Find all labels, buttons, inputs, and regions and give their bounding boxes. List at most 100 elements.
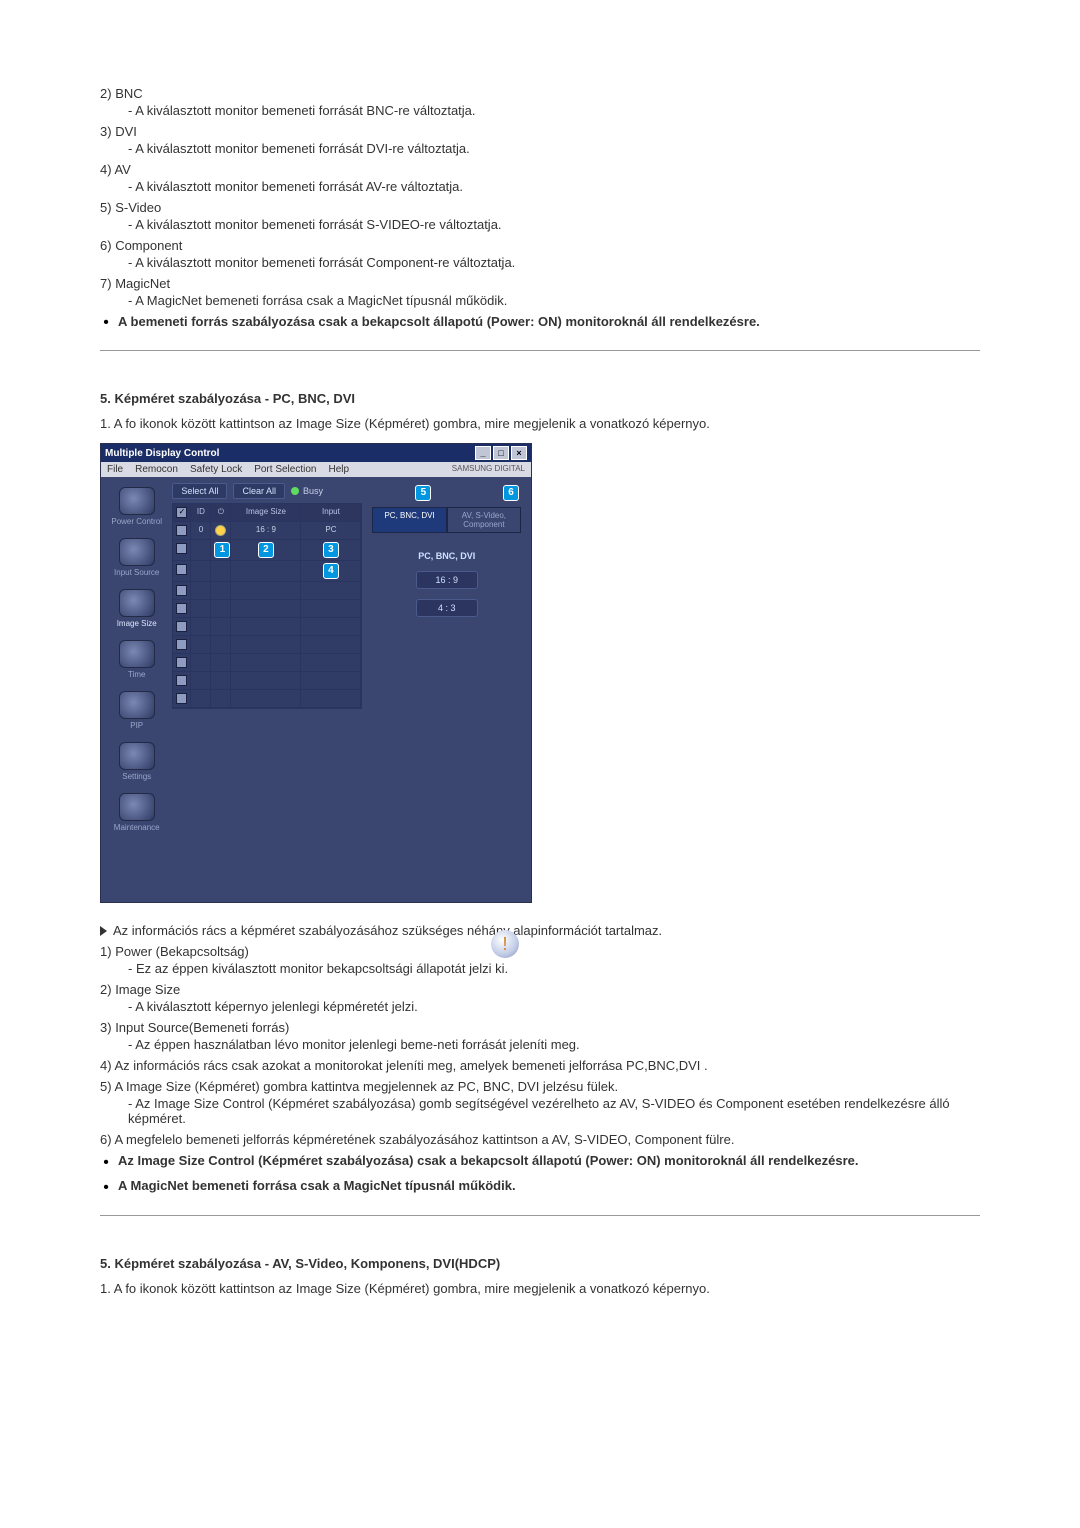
list-item: 3) Input Source(Bemeneti forrás) [100, 1020, 980, 1035]
header-checkbox[interactable]: ✓ [176, 507, 187, 518]
item-number: 1) [100, 944, 112, 959]
close-icon[interactable]: × [511, 446, 527, 460]
sidebar-item-time[interactable]: Time [107, 636, 166, 683]
sidebar-item-pip[interactable]: PIP [107, 687, 166, 734]
sidebar-label: PIP [130, 721, 143, 730]
list-item: 3) DVI [100, 124, 980, 139]
top-list: 2) BNC - A kiválasztott monitor bemeneti… [100, 86, 980, 308]
app-body: Power Control Input Source Image Size Ti… [101, 477, 531, 842]
callout-3: 3 [323, 542, 339, 558]
busy-label: Busy [303, 486, 323, 496]
intro-number: 1. [100, 416, 111, 431]
sidebar-label: Input Source [114, 568, 159, 577]
busy-dot-icon [291, 487, 299, 495]
grid-row [173, 618, 361, 636]
tabs: PC, BNC, DVI AV, S-Video, Component [372, 507, 521, 533]
right-pane: 5 6 PC, BNC, DVI AV, S-Video, Component … [368, 483, 525, 836]
section-intro: 1. A fo ikonok között kattintson az Imag… [100, 416, 980, 431]
col-id: ID [191, 504, 211, 522]
window-title: Multiple Display Control [105, 448, 219, 459]
callout-5: 5 [415, 485, 431, 501]
item-number: 2) [100, 982, 112, 997]
aspect-16-9-button[interactable]: 16 : 9 [416, 571, 478, 589]
input-icon [119, 538, 155, 566]
note-text: A bemeneti forrás szabályozása csak a be… [118, 314, 980, 329]
grid-row [173, 654, 361, 672]
mid-list: 1) Power (Bekapcsoltság) - Ez az éppen k… [100, 944, 980, 1147]
tab-pc-bnc-dvi[interactable]: PC, BNC, DVI [372, 507, 446, 533]
app-window: Multiple Display Control _ □ × File Remo… [100, 443, 532, 903]
item-number: 7) [100, 276, 112, 291]
list-item: 4) Az információs rács csak azokat a mon… [100, 1058, 980, 1073]
row-checkbox[interactable] [176, 657, 187, 668]
sidebar-label: Settings [122, 772, 151, 781]
item-number: 4) [100, 162, 112, 177]
list-item: 6) A megfelelo bemeneti jelforrás képmér… [100, 1132, 980, 1147]
row-checkbox[interactable] [176, 603, 187, 614]
cell-size: 16 : 9 [231, 522, 301, 540]
aspect-4-3-button[interactable]: 4 : 3 [416, 599, 478, 617]
clear-all-button[interactable]: Clear All [233, 483, 285, 499]
item-label: AV [114, 162, 130, 177]
item-desc: - A kiválasztott monitor bemeneti forrás… [128, 103, 980, 118]
menu-file[interactable]: File [107, 464, 123, 475]
image-size-icon [119, 589, 155, 617]
item-label: Component [115, 238, 182, 253]
maximize-icon[interactable]: □ [493, 446, 509, 460]
row-checkbox[interactable] [176, 525, 187, 536]
menu-remocon[interactable]: Remocon [135, 464, 178, 475]
menu-help[interactable]: Help [328, 464, 349, 475]
item-desc: - A kiválasztott monitor bemeneti forrás… [128, 217, 980, 232]
sidebar-item-input[interactable]: Input Source [107, 534, 166, 581]
row-checkbox[interactable] [176, 543, 187, 554]
row-checkbox[interactable] [176, 585, 187, 596]
item-desc: - A kiválasztott monitor bemeneti forrás… [128, 179, 980, 194]
info-arrow-text: Az információs rács a képméret szabályoz… [113, 923, 662, 938]
divider [100, 1215, 980, 1216]
item-number: 5) [100, 200, 112, 215]
sidebar-item-power[interactable]: Power Control [107, 483, 166, 530]
note-bullet: • A MagicNet bemeneti forrása csak a Mag… [100, 1178, 980, 1197]
grid-header: ✓ ID ⏻ Image Size Input [173, 504, 361, 522]
intro-text: A fo ikonok között kattintson az Image S… [114, 416, 710, 431]
note-bullet: • A bemeneti forrás szabályozása csak a … [100, 314, 980, 332]
grid-row: 4 [173, 561, 361, 582]
info-icon[interactable]: ! [491, 930, 519, 958]
item-number: 5) [100, 1079, 112, 1094]
window-controls: _ □ × [475, 446, 527, 460]
toolbar: Select All Clear All Busy [172, 483, 362, 499]
item-label: DVI [115, 124, 137, 139]
sidebar-item-image-size[interactable]: Image Size [107, 585, 166, 632]
row-checkbox[interactable] [176, 621, 187, 632]
app-footer: ! [101, 842, 531, 902]
grid-row [173, 600, 361, 618]
sidebar-item-maintenance[interactable]: Maintenance [107, 789, 166, 836]
item-desc: - Az Image Size Control (Képméret szabál… [128, 1096, 980, 1126]
row-checkbox[interactable] [176, 639, 187, 650]
menu-port-selection[interactable]: Port Selection [254, 464, 316, 475]
item-desc: - Az éppen használatban lévo monitor jel… [128, 1037, 980, 1052]
minimize-icon[interactable]: _ [475, 446, 491, 460]
item-label: A Image Size (Képméret) gombra kattintva… [114, 1079, 618, 1094]
row-checkbox[interactable] [176, 675, 187, 686]
section-title: 5. Képméret szabályozása - AV, S-Video, … [100, 1256, 980, 1271]
list-item: 4) AV [100, 162, 980, 177]
bullet-icon: • [100, 1179, 112, 1197]
row-checkbox[interactable] [176, 564, 187, 575]
list-item: 2) Image Size [100, 982, 980, 997]
menu-safety-lock[interactable]: Safety Lock [190, 464, 242, 475]
grid-row[interactable]: 0 16 : 9 PC [173, 522, 361, 540]
power-on-icon [215, 525, 226, 536]
select-all-button[interactable]: Select All [172, 483, 227, 499]
titlebar: Multiple Display Control _ □ × [101, 444, 531, 462]
row-checkbox[interactable] [176, 693, 187, 704]
list-item: 5) A Image Size (Képméret) gombra kattin… [100, 1079, 980, 1094]
item-label: Power (Bekapcsoltság) [115, 944, 249, 959]
busy-indicator: Busy [291, 486, 323, 496]
sidebar-label: Power Control [111, 517, 162, 526]
maintenance-icon [119, 793, 155, 821]
section-title: 5. Képméret szabályozása - PC, BNC, DVI [100, 391, 980, 406]
sidebar-item-settings[interactable]: Settings [107, 738, 166, 785]
callout-4: 4 [323, 563, 339, 579]
tab-av-svideo-component[interactable]: AV, S-Video, Component [447, 507, 521, 533]
